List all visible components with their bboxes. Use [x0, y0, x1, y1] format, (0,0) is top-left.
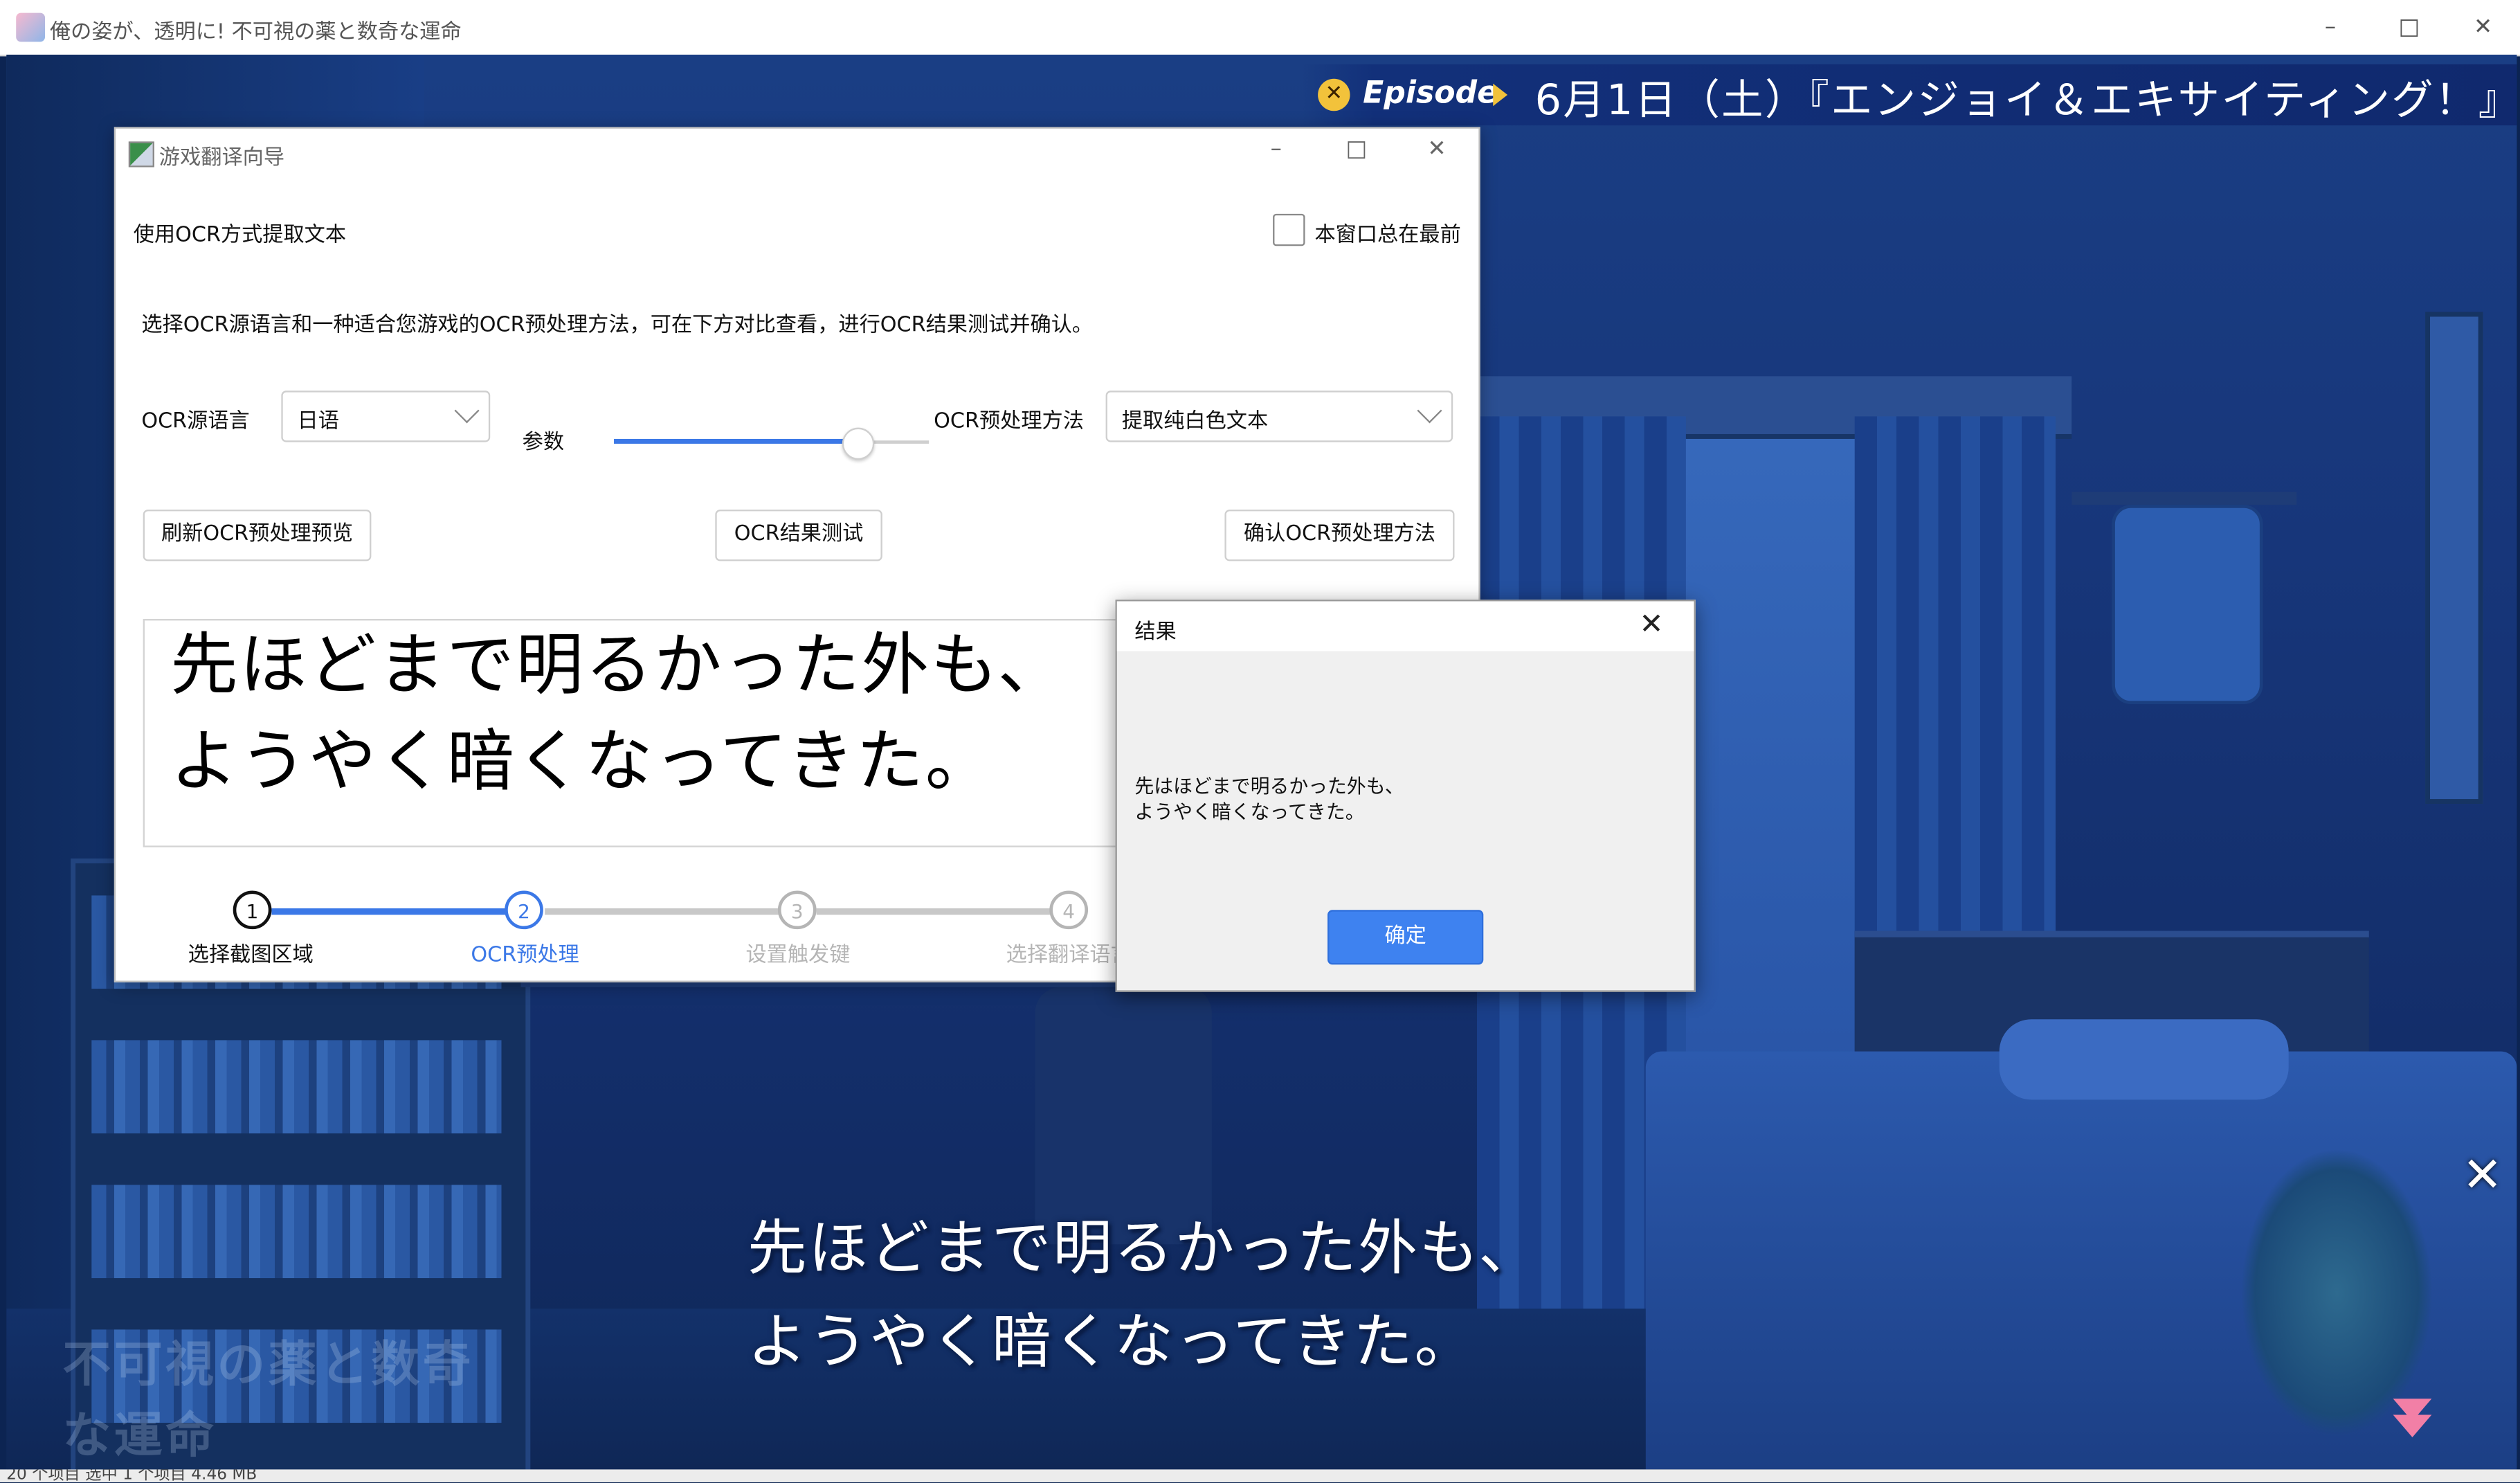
wizard-title: 游戏翻译向导 [158, 146, 285, 171]
dialogue-text: 先ほどまで明るかった外も、 ようやく暗くなってきた。 [747, 1203, 1540, 1389]
preprocess-method-label: OCR预处理方法 [934, 410, 1084, 434]
result-title: 结果 [1134, 620, 1177, 645]
hanging-bag [2112, 505, 2263, 705]
preprocess-method-value: 提取纯白色文本 [1121, 410, 1269, 434]
wizard-app-icon [128, 141, 154, 168]
wizard-description: 选择OCR源语言和一种适合您游戏的OCR预处理方法，可在下方对比查看，进行OCR… [141, 313, 1094, 338]
episode-arrow-icon [1493, 83, 1508, 107]
source-language-value: 日语 [297, 410, 339, 434]
ocr-preview-text: 先ほどまで明るかった外も、 ようやく暗くなってきた。 [170, 620, 1067, 810]
app-icon [16, 12, 46, 42]
confirm-method-button[interactable]: 确认OCR预处理方法 [1224, 510, 1455, 561]
step-1-circle: 1 [233, 890, 272, 930]
shelf-row [91, 1185, 502, 1279]
dialogue-line: ようやく暗くなってきた。 [747, 1306, 1476, 1376]
close-icon[interactable]: ✕ [1413, 136, 1461, 162]
game-titlebar: 俺の姿が、透明に! 不可視の薬と数奇な運命 – □ ✕ [0, 0, 2520, 57]
episode-banner: ✕ Episode 6月1日（土）『エンジョイ＆エキサイティング！』 [1301, 64, 2520, 126]
step-3-circle: 3 [777, 890, 817, 930]
shelf-row [91, 1040, 502, 1134]
preprocess-method-select[interactable]: 提取纯白色文本 [1105, 390, 1453, 442]
checkbox-box[interactable] [1273, 213, 1305, 246]
game-logo-watermark: 不可視の薬と数奇な運命 [62, 1337, 475, 1465]
source-language-label: OCR源语言 [141, 410, 250, 434]
param-slider[interactable] [614, 426, 930, 460]
slider-thumb[interactable] [842, 427, 876, 460]
param-label: 参数 [522, 431, 565, 456]
preview-line: ようやく暗くなってきた。 [170, 721, 995, 801]
step-4-circle: 4 [1049, 890, 1089, 930]
result-titlebar: 结果 ✕ [1116, 601, 1694, 651]
episode-label: Episode [1363, 75, 1498, 111]
ocr-result-dialog: 结果 ✕ 先はほどまで明るかった外も、 ようやく暗くなってきた。 确定 [1115, 600, 1696, 992]
minimize-icon[interactable]: – [1252, 136, 1300, 162]
result-text: 先はほどまで明るかった外も、 ようやく暗くなってきた。 [1134, 775, 1404, 823]
hook-rail [2072, 492, 2297, 505]
step-4-label: 选择翻译语言 [1006, 944, 1132, 968]
dialogue-line: 先ほどまで明るかった外も、 [747, 1214, 1540, 1284]
source-language-select[interactable]: 日语 [281, 390, 491, 442]
slider-fill [614, 438, 858, 444]
chevron-down-icon [1417, 398, 1442, 424]
maximize-icon[interactable]: □ [1332, 136, 1381, 162]
close-icon[interactable]: ✕ [2446, 8, 2520, 47]
step-2-circle: 2 [505, 890, 543, 930]
step-connector [816, 908, 1071, 915]
always-on-top-label[interactable]: 本窗口总在最前 [1314, 217, 1460, 248]
wall-picture [2425, 312, 2483, 805]
ocr-test-button[interactable]: OCR结果测试 [715, 510, 882, 561]
ok-button[interactable]: 确定 [1327, 910, 1484, 965]
next-page-icon[interactable] [2385, 1389, 2440, 1444]
step-connector [545, 908, 799, 915]
step-connector [271, 908, 526, 915]
step-1-label: 选择截图区域 [188, 944, 314, 968]
refresh-preview-button[interactable]: 刷新OCR预处理预览 [143, 510, 372, 561]
close-textbox-icon[interactable]: ✕ [2462, 1148, 2502, 1204]
chevron-down-icon [454, 398, 480, 424]
step-2-label: OCR预处理 [471, 944, 579, 968]
game-window-title: 俺の姿が、透明に! 不可視の薬と数奇な運命 [49, 21, 462, 46]
minimize-icon[interactable]: – [2294, 8, 2368, 47]
explorer-statusbar: 20 个项目 选中 1 个项目 4.46 MB [0, 1469, 2520, 1482]
pillow [1999, 1019, 2289, 1100]
close-icon[interactable]: ✕ [1640, 608, 1664, 642]
step-3-label: 设置触发键 [745, 944, 851, 968]
preview-line: 先ほどまで明るかった外も、 [170, 625, 1067, 705]
episode-badge-icon: ✕ [1318, 78, 1350, 111]
maximize-icon[interactable]: □ [2372, 8, 2446, 47]
wizard-heading: 使用OCR方式提取文本 [133, 223, 347, 248]
episode-title: 6月1日（土）『エンジョイ＆エキサイティング！』 [1534, 77, 2520, 126]
